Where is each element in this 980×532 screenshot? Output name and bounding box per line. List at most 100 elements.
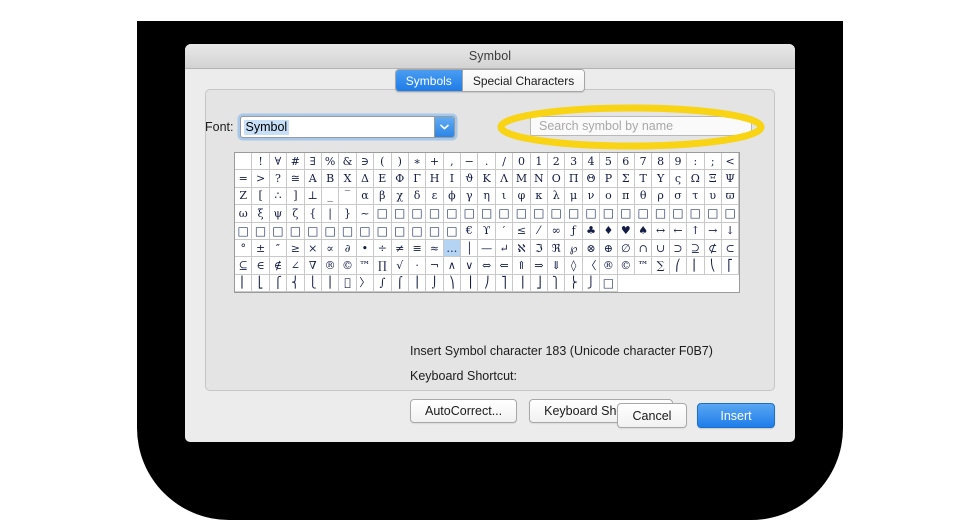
- symbol-cell[interactable]: ~: [356, 205, 375, 223]
- symbol-cell[interactable]: ⁄: [530, 222, 549, 240]
- symbol-cell[interactable]: Γ: [408, 170, 427, 188]
- symbol-cell[interactable]: 6: [617, 153, 635, 171]
- search-input[interactable]: [531, 119, 751, 133]
- symbol-cell[interactable]: 5: [600, 153, 618, 171]
- symbol-cell[interactable]: Ω: [687, 170, 705, 188]
- symbol-cell[interactable]: Θ: [582, 170, 601, 188]
- symbol-cell[interactable]: ÷: [374, 239, 392, 258]
- symbol-cell[interactable]: Ε: [374, 170, 392, 188]
- symbol-cell[interactable]: ®: [600, 257, 618, 275]
- symbol-cell[interactable]: 8: [652, 153, 670, 171]
- symbol-cell[interactable]: ⎛: [669, 257, 688, 275]
- symbol-cell[interactable]: ⊥: [304, 187, 322, 206]
- symbol-cell[interactable]: <: [721, 153, 740, 171]
- symbol-cell[interactable]: □: [582, 205, 601, 223]
- symbol-grid[interactable]: ! ∀ # ∃% & ∋() ∗ +, −./0 1 2 3 4 5 6 7 8 9:; < = >? ≅ Α Β Χ Δ Ε Φ Γ Η…: [234, 152, 741, 294]
- symbol-cell[interactable]: 〉: [356, 274, 375, 293]
- symbol-cell[interactable]: ]: [287, 187, 305, 206]
- symbol-cell[interactable]: ∫: [374, 274, 392, 293]
- symbol-cell[interactable]: ♠: [634, 222, 653, 240]
- symbol-cell[interactable]: ⎩: [304, 274, 322, 293]
- symbol-cell[interactable]: φ: [513, 187, 531, 206]
- symbol-cell[interactable]: ∠: [287, 257, 305, 275]
- symbol-cell[interactable]: Υ: [652, 170, 670, 188]
- symbol-cell[interactable]: ⇑: [513, 257, 531, 275]
- symbol-cell[interactable]: ≥: [287, 239, 305, 258]
- symbol-cell[interactable]: ): [391, 153, 409, 171]
- symbol-cell[interactable]: □: [634, 205, 653, 223]
- symbol-cell[interactable]: ⎭: [582, 274, 601, 293]
- symbol-cell[interactable]: □: [339, 222, 357, 240]
- symbol-cell[interactable]: [: [252, 187, 270, 206]
- font-combobox[interactable]: Symbol: [239, 116, 455, 138]
- symbol-cell[interactable]: θ: [634, 187, 653, 206]
- symbol-cell[interactable]: ψ: [269, 205, 288, 223]
- symbol-cell[interactable]: ·: [408, 257, 427, 275]
- symbol-cell[interactable]: 1: [530, 153, 549, 171]
- symbol-cell[interactable]: Κ: [478, 170, 496, 188]
- tab-symbols[interactable]: Symbols: [395, 70, 462, 91]
- symbol-cell[interactable]: ∑: [652, 257, 670, 275]
- symbol-cell[interactable]: ∇: [304, 257, 322, 275]
- symbol-cell[interactable]: ™: [634, 257, 653, 275]
- symbol-cell[interactable]: □: [391, 205, 409, 223]
- symbol-cell[interactable]: ®: [321, 257, 340, 275]
- symbol-cell[interactable]: □: [704, 205, 722, 223]
- symbol-cell[interactable]: ◊: [565, 257, 583, 275]
- symbol-cell[interactable]: ∧: [443, 257, 462, 275]
- symbol-cell[interactable]: ©: [339, 257, 357, 275]
- symbol-cell[interactable]: □: [721, 205, 740, 223]
- symbol-cell[interactable]: ⎧: [269, 274, 288, 293]
- symbol-cell[interactable]: Ν: [530, 170, 549, 188]
- symbol-cell[interactable]: ⎫: [548, 274, 566, 293]
- symbol-cell[interactable]: ⎡: [721, 257, 740, 275]
- symbol-cell[interactable]: □: [548, 205, 566, 223]
- symbol-cell[interactable]: □: [356, 222, 375, 240]
- symbol-cell[interactable]: Η: [426, 170, 444, 188]
- symbol-cell[interactable]: γ: [461, 187, 479, 206]
- symbol-cell[interactable]: 2: [548, 153, 566, 171]
- symbol-cell[interactable]: ⇔: [478, 257, 496, 275]
- symbol-cell[interactable]: ν: [582, 187, 601, 206]
- symbol-cell[interactable]: ×: [304, 239, 322, 258]
- symbol-cell[interactable]: ∪: [652, 239, 670, 258]
- symbol-cell[interactable]: ι: [495, 187, 514, 206]
- symbol-cell[interactable]: ⎝: [704, 257, 722, 275]
- symbol-cell[interactable]: ⊂: [721, 239, 740, 258]
- symbol-cell[interactable]: ρ: [652, 187, 670, 206]
- symbol-cell[interactable]: ℜ: [548, 239, 566, 258]
- cancel-button[interactable]: Cancel: [617, 403, 687, 428]
- symbol-cell[interactable]: ⌠: [391, 274, 409, 293]
- symbol-cell[interactable]: □: [530, 205, 549, 223]
- symbol-cell[interactable]: Β: [321, 170, 340, 188]
- symbol-cell[interactable]: ⎢: [235, 274, 253, 293]
- symbol-cell[interactable]: □: [617, 205, 635, 223]
- symbol-cell[interactable]: .: [478, 153, 496, 171]
- symbol-cell[interactable]: :: [687, 153, 705, 171]
- symbol-cell[interactable]: □: [513, 205, 531, 223]
- symbol-cell[interactable]: ⎟: [461, 274, 479, 293]
- symbol-cell[interactable]: ∴: [269, 187, 288, 206]
- symbol-cell[interactable]: ∀: [269, 153, 288, 171]
- symbol-cell[interactable]: ¬: [426, 257, 444, 275]
- symbol-cell[interactable]: Φ: [391, 170, 409, 188]
- symbol-cell[interactable]: □: [600, 205, 618, 223]
- symbol-cell[interactable]: ±: [252, 239, 270, 258]
- symbol-cell[interactable]: ∏: [374, 257, 392, 275]
- symbol-cell[interactable]: ⊕: [600, 239, 618, 258]
- symbol-cell[interactable]: °: [235, 239, 253, 258]
- symbol-cell[interactable]: Σ: [617, 170, 635, 188]
- symbol-cell[interactable]: ε: [426, 187, 444, 206]
- symbol-cell[interactable]: ♣: [582, 222, 601, 240]
- symbol-cell[interactable]: Χ: [339, 170, 357, 188]
- symbol-cell[interactable]: □: [235, 222, 253, 240]
- symbol-cell[interactable]: ξ: [252, 205, 270, 223]
- symbol-cell[interactable]: χ: [391, 187, 409, 206]
- symbol-cell[interactable]: □: [495, 205, 514, 223]
- symbol-cell[interactable]: □: [321, 222, 340, 240]
- symbol-cell[interactable]: □: [426, 205, 444, 223]
- symbol-cell[interactable]: ≈: [426, 239, 444, 258]
- symbol-cell[interactable]: ∈: [252, 257, 270, 275]
- symbol-cell[interactable]: [235, 153, 253, 171]
- symbol-cell[interactable]: □: [287, 222, 305, 240]
